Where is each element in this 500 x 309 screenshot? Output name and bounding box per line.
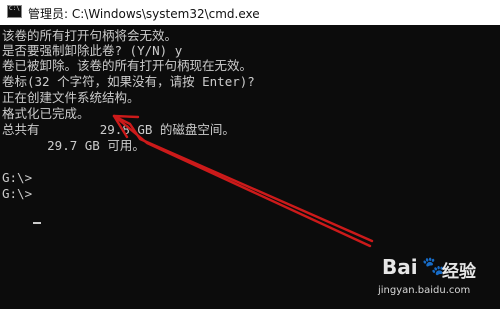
jingyan-brand: 经验 bbox=[442, 262, 476, 282]
baidu-logo: Bai bbox=[382, 255, 418, 279]
baidu-jingyan-watermark: Bai 🐾 经验 jingyan.baidu.com bbox=[378, 255, 496, 305]
watermark-url: jingyan.baidu.com bbox=[378, 285, 471, 296]
